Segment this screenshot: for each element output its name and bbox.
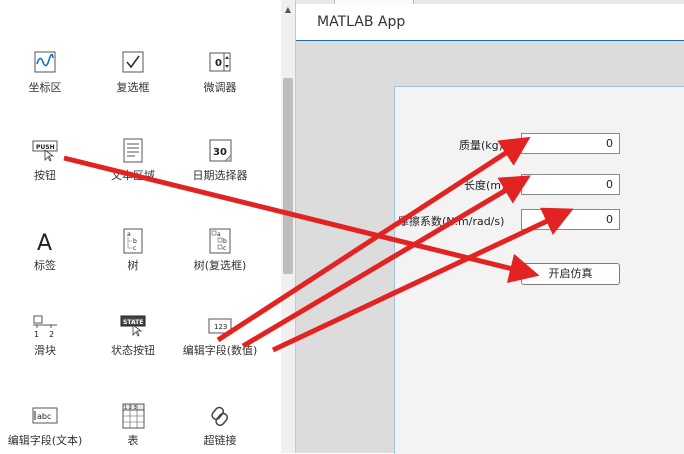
component-text-area[interactable]: 文本区域 (93, 138, 173, 184)
checkbox-icon (117, 50, 149, 76)
link-icon (204, 403, 236, 429)
tree-icon: a b c (117, 228, 149, 254)
slider-icon: 1 2 (29, 313, 61, 339)
component-label: 编辑字段(文本) (7, 434, 83, 447)
component-tree[interactable]: a b c 树 (93, 228, 173, 274)
component-label: 按钮 (34, 169, 56, 182)
component-label: 微调器 (203, 81, 237, 94)
component-label: 日期选择器 (192, 169, 248, 182)
component-label: 树 (127, 259, 139, 272)
svg-text:a: a (217, 231, 221, 238)
scrollbar-thumb[interactable] (283, 78, 293, 274)
svg-text:abc: abc (37, 412, 51, 421)
state-button-icon: STATE (117, 313, 149, 339)
component-label: 编辑字段(数值) (182, 344, 258, 357)
text-area-icon (117, 138, 149, 164)
svg-text:2: 2 (49, 330, 54, 339)
component-tree-checkbox[interactable]: a b c 树(复选框) (180, 228, 260, 274)
component-label: 坐标区 (28, 81, 62, 94)
app-header: MATLAB App (296, 4, 684, 41)
component-label: 复选框 (116, 81, 150, 94)
svg-text:30: 30 (213, 147, 227, 158)
text-field-icon: abc (29, 403, 61, 429)
component-numeric-field[interactable]: 123 编辑字段(数值) (180, 313, 260, 359)
component-library: 坐标区 复选框 0 微调器 PUSH 按钮 文本区域 30 日期选择器 A 标签… (0, 0, 281, 453)
component-label: 文本区域 (111, 169, 155, 182)
svg-text:123: 123 (214, 323, 227, 331)
palette-scrollbar[interactable]: ▲ (281, 0, 295, 453)
component-label: 状态按钮 (111, 344, 155, 357)
component-label: 滑块 (34, 344, 56, 357)
component-label-widget[interactable]: A 标签 (5, 228, 85, 274)
axes-icon (29, 50, 61, 76)
app-title: MATLAB App (317, 14, 406, 30)
component-label: 标签 (34, 259, 56, 272)
component-table[interactable]: 1 2 3 表 (93, 403, 173, 449)
mass-field[interactable]: 0 (521, 133, 620, 154)
component-slider[interactable]: 1 2 滑块 (5, 313, 85, 359)
component-spinner[interactable]: 0 微调器 (180, 50, 260, 96)
component-hyperlink[interactable]: 超链接 (180, 403, 260, 449)
friction-field[interactable]: 0 (521, 209, 620, 230)
spinner-icon: 0 (204, 50, 236, 76)
label-icon: A (29, 228, 61, 256)
component-axes[interactable]: 坐标区 (5, 50, 85, 96)
component-text-field[interactable]: abc 编辑字段(文本) (5, 403, 85, 449)
mass-label: 质量(kg) (459, 139, 503, 152)
svg-text:b: b (223, 238, 227, 245)
component-label: 树(复选框) (193, 259, 247, 272)
calendar-icon: 30 (204, 138, 236, 164)
svg-text:1: 1 (34, 330, 39, 339)
component-label: 超链接 (203, 434, 237, 447)
numeric-field-icon: 123 (204, 313, 236, 339)
svg-text:b: b (133, 238, 137, 245)
svg-text:c: c (133, 245, 136, 252)
length-field[interactable]: 0 (521, 174, 620, 195)
component-checkbox[interactable]: 复选框 (93, 50, 173, 96)
checkbox-tree-icon: a b c (204, 228, 236, 254)
svg-text:1 2 3: 1 2 3 (124, 405, 137, 411)
component-label: 表 (127, 434, 139, 447)
component-date-picker[interactable]: 30 日期选择器 (180, 138, 260, 184)
scroll-up-arrow-icon[interactable]: ▲ (281, 4, 295, 16)
length-label: 长度(m) (464, 179, 506, 192)
svg-text:A: A (37, 231, 52, 254)
svg-text:0: 0 (215, 58, 222, 69)
component-state-button[interactable]: STATE 状态按钮 (93, 313, 173, 359)
push-button-icon: PUSH (29, 138, 61, 164)
svg-text:c: c (223, 245, 226, 252)
table-icon: 1 2 3 (117, 403, 149, 429)
friction-label: 摩擦系数(N.m/rad/s) (398, 215, 505, 228)
component-button[interactable]: PUSH 按钮 (5, 138, 85, 184)
start-simulation-button[interactable]: 开启仿真 (521, 263, 620, 285)
svg-text:a: a (127, 231, 131, 238)
app-window-background (296, 41, 684, 454)
